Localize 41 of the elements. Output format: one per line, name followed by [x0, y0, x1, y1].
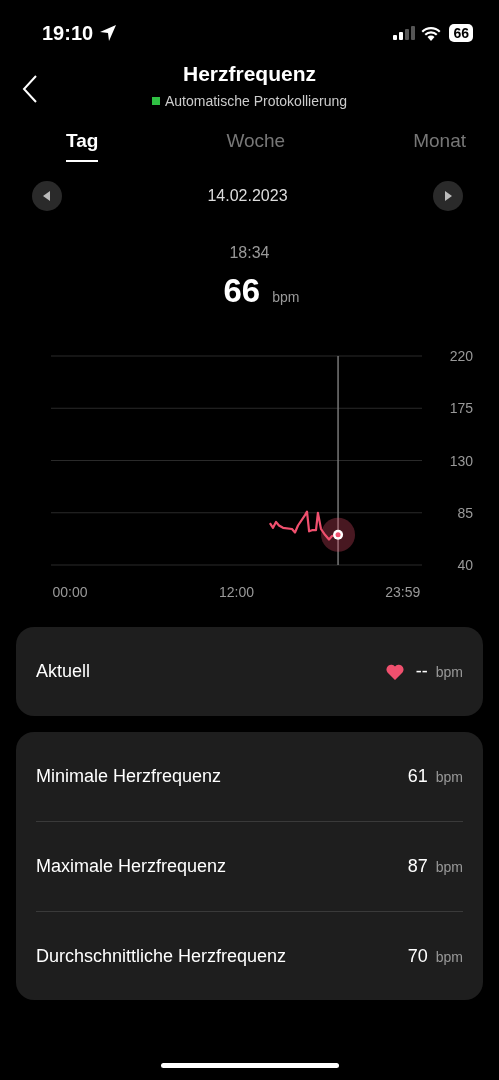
- stat-unit: bpm: [435, 768, 463, 785]
- y-axis-label: 85: [457, 504, 473, 521]
- next-day-button[interactable]: [433, 181, 463, 211]
- current-value: --: [415, 661, 428, 682]
- battery-indicator: 66: [449, 24, 473, 42]
- stat-unit: bpm: [435, 948, 463, 965]
- current-unit: bpm: [435, 663, 463, 680]
- stat-value: 70: [407, 946, 428, 967]
- stat-value: 87: [407, 856, 428, 877]
- stat-unit: bpm: [435, 858, 463, 875]
- x-axis-label: 12:00: [219, 584, 254, 600]
- heart-icon: [385, 663, 404, 680]
- current-label: Aktuell: [36, 661, 91, 682]
- left-triangle-icon: [43, 191, 51, 201]
- reading-unit: bpm: [272, 289, 300, 305]
- back-icon[interactable]: [22, 74, 38, 104]
- period-tab[interactable]: Tag: [66, 122, 99, 162]
- wifi-icon: [421, 25, 442, 41]
- page-title: Herzfrequenz: [182, 62, 317, 86]
- y-axis-label: 220: [449, 348, 473, 364]
- location-arrow-icon: [99, 24, 118, 42]
- y-axis-label: 130: [449, 452, 473, 469]
- period-tab[interactable]: Monat: [413, 122, 466, 160]
- reading-value: 66: [223, 272, 261, 310]
- y-axis-label: 175: [449, 400, 473, 417]
- stat-label: Durchschnittliche Herzfrequenz: [36, 946, 287, 967]
- right-triangle-icon: [444, 191, 452, 201]
- y-axis-label: 40: [457, 557, 473, 573]
- previous-day-button[interactable]: [32, 181, 62, 211]
- x-axis-label: 00:00: [52, 584, 88, 600]
- status-time: 19:10: [42, 21, 94, 45]
- selected-point-marker: [321, 517, 356, 552]
- period-tab[interactable]: Woche: [226, 122, 286, 160]
- stat-value: 61: [407, 766, 428, 787]
- signal-icon: [393, 26, 416, 40]
- stat-label: Minimale Herzfrequenz: [36, 766, 222, 787]
- x-axis-label: 23:59: [385, 584, 421, 600]
- date-label: 14.02.2023: [207, 187, 288, 205]
- stat-label: Maximale Herzfrequenz: [36, 856, 227, 877]
- logging-status: Automatische Protokollierung: [164, 93, 348, 109]
- reading-time: 18:34: [228, 244, 271, 262]
